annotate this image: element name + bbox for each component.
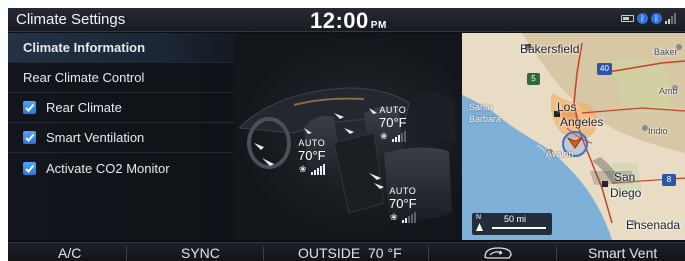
menu-item-label: Smart Ventilation xyxy=(46,130,145,145)
outside-temp: OUTSIDE 70 °F xyxy=(298,245,402,261)
smart-vent-button[interactable]: Smart Vent xyxy=(588,245,657,261)
driver-temp: 70°F xyxy=(298,148,326,163)
screen-title: Climate Settings xyxy=(16,11,126,28)
bluetooth-phone-icon: ᛒ xyxy=(651,13,662,24)
map-label-santa: Santa xyxy=(469,102,493,112)
rear-fan-level: ❀ xyxy=(389,212,417,223)
clock: 12:00 PM xyxy=(310,8,387,34)
menu-item-label: Climate Information xyxy=(23,40,146,55)
fan-bar xyxy=(403,131,406,142)
map-label-ensenada: Ensenada xyxy=(626,218,681,232)
rear-mode: AUTO xyxy=(389,186,417,196)
climate-settings-screen: Climate Settings 12:00 PM ᛒ ᛒ Climate Inf… xyxy=(8,8,685,261)
recirculation-icon[interactable] xyxy=(481,245,515,261)
fan-bar xyxy=(413,212,416,223)
fan-bar xyxy=(397,135,400,142)
passenger-temp: 70°F xyxy=(379,115,407,130)
fan-bar xyxy=(394,137,397,142)
map-label-barbara: Barbara xyxy=(469,114,502,124)
north-arrow-icon xyxy=(476,223,483,231)
menu-item-smart-ventilation[interactable]: Smart Ventilation xyxy=(8,123,234,153)
map-label-los: Los xyxy=(557,100,577,114)
map-label-san: San xyxy=(614,170,636,184)
driver-zone[interactable]: AUTO 70°F ❀ xyxy=(298,138,326,175)
highway-5-shield: 5 xyxy=(527,73,540,85)
clock-ampm: PM xyxy=(370,20,387,31)
map-label-amb: Amb xyxy=(659,86,678,96)
checkbox-checked-icon[interactable] xyxy=(23,161,36,175)
map-label-diego: Diego xyxy=(610,186,642,200)
climate-control-bar: A/C SYNC OUTSIDE 70 °F Smart Vent xyxy=(8,242,685,261)
divider xyxy=(263,246,264,260)
passenger-fan-level: ❀ xyxy=(379,131,407,142)
driver-mode: AUTO xyxy=(298,138,326,148)
map-label-avalon: Avalon xyxy=(546,149,574,159)
status-bar: Climate Settings 12:00 PM ᛒ ᛒ xyxy=(8,8,685,34)
sync-button[interactable]: SYNC xyxy=(181,245,220,261)
highway-40-shield: 40 xyxy=(597,63,612,75)
fan-bar xyxy=(310,172,313,175)
ac-button[interactable]: A/C xyxy=(58,245,81,261)
passenger-mode: AUTO xyxy=(379,105,407,115)
map-label-baker: Baker xyxy=(654,47,678,57)
checkbox-checked-icon[interactable] xyxy=(23,101,36,114)
fan-bar xyxy=(316,168,319,175)
map-scale: N 50 mi xyxy=(472,213,552,235)
scale-bar xyxy=(492,227,546,229)
fan-icon: ❀ xyxy=(380,131,388,141)
menu-item-label: Rear Climate Control xyxy=(23,70,145,85)
map-label-indio: Indio xyxy=(648,126,668,136)
rear-temp: 70°F xyxy=(389,196,417,211)
cabin-climate-view: AUTO 70°F ❀ AUTO 70°F ❀ AUTO 70°F ❀ xyxy=(234,33,462,240)
battery-icon xyxy=(621,15,634,22)
fan-icon: ❀ xyxy=(390,212,398,222)
scale-label: 50 mi xyxy=(504,214,527,224)
menu-item-climate-information[interactable]: Climate Information xyxy=(8,33,234,63)
rear-zone[interactable]: AUTO 70°F ❀ xyxy=(389,186,417,223)
menu-item-label: Activate CO2 Monitor xyxy=(46,160,170,176)
menu-item-label: Rear Climate xyxy=(46,100,122,115)
highway-8-shield: 8 xyxy=(662,174,676,186)
checkbox-checked-icon[interactable] xyxy=(23,131,36,144)
fan-icon: ❀ xyxy=(299,164,307,174)
fan-bar xyxy=(322,164,325,175)
north-label: N xyxy=(476,214,482,221)
car-interior-illustration xyxy=(237,87,456,221)
fan-bar xyxy=(410,214,413,223)
fan-bar xyxy=(401,220,404,223)
menu-item-rear-climate[interactable]: Rear Climate xyxy=(8,93,234,123)
status-icons: ᛒ ᛒ xyxy=(621,13,677,24)
climate-menu: Climate Information Rear Climate Control… xyxy=(8,33,234,240)
map-label-angeles: Angeles xyxy=(560,115,604,129)
menu-item-activate-co2-monitor[interactable]: Activate CO2 Monitor xyxy=(8,153,234,183)
bluetooth-icon: ᛒ xyxy=(637,13,648,24)
divider xyxy=(556,246,557,260)
clock-time: 12:00 xyxy=(310,8,369,33)
driver-fan-level: ❀ xyxy=(298,164,326,175)
divider xyxy=(126,246,127,260)
menu-item-rear-climate-control[interactable]: Rear Climate Control xyxy=(8,63,234,93)
fan-bar xyxy=(391,139,394,142)
navigation-map[interactable]: Bakersfield Baker Amb Los Angeles Santa … xyxy=(462,33,685,240)
divider xyxy=(428,246,429,260)
fan-bar xyxy=(400,133,403,142)
map-label-bakersfield: Bakersfield xyxy=(520,42,580,56)
fan-bar xyxy=(404,218,407,223)
fan-bar xyxy=(313,170,316,175)
fan-bar xyxy=(407,216,410,223)
signal-icon xyxy=(665,13,676,24)
passenger-zone[interactable]: AUTO 70°F ❀ xyxy=(379,105,407,142)
fan-bar xyxy=(319,166,322,175)
